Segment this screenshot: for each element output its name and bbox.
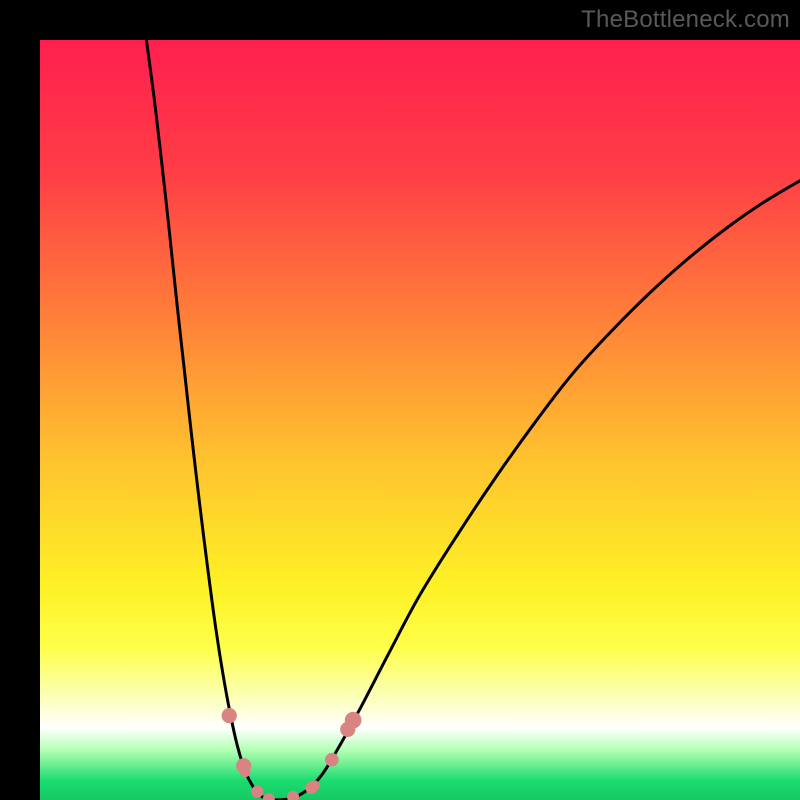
- data-marker: [345, 712, 362, 729]
- bottleneck-chart: [40, 40, 800, 800]
- data-marker: [240, 767, 251, 778]
- data-marker: [251, 786, 263, 798]
- data-marker: [222, 708, 237, 723]
- chart-frame: TheBottleneck.com: [0, 0, 800, 800]
- watermark-text: TheBottleneck.com: [581, 6, 790, 34]
- data-marker: [325, 753, 339, 767]
- gradient-background: [40, 40, 800, 800]
- data-marker: [309, 780, 320, 791]
